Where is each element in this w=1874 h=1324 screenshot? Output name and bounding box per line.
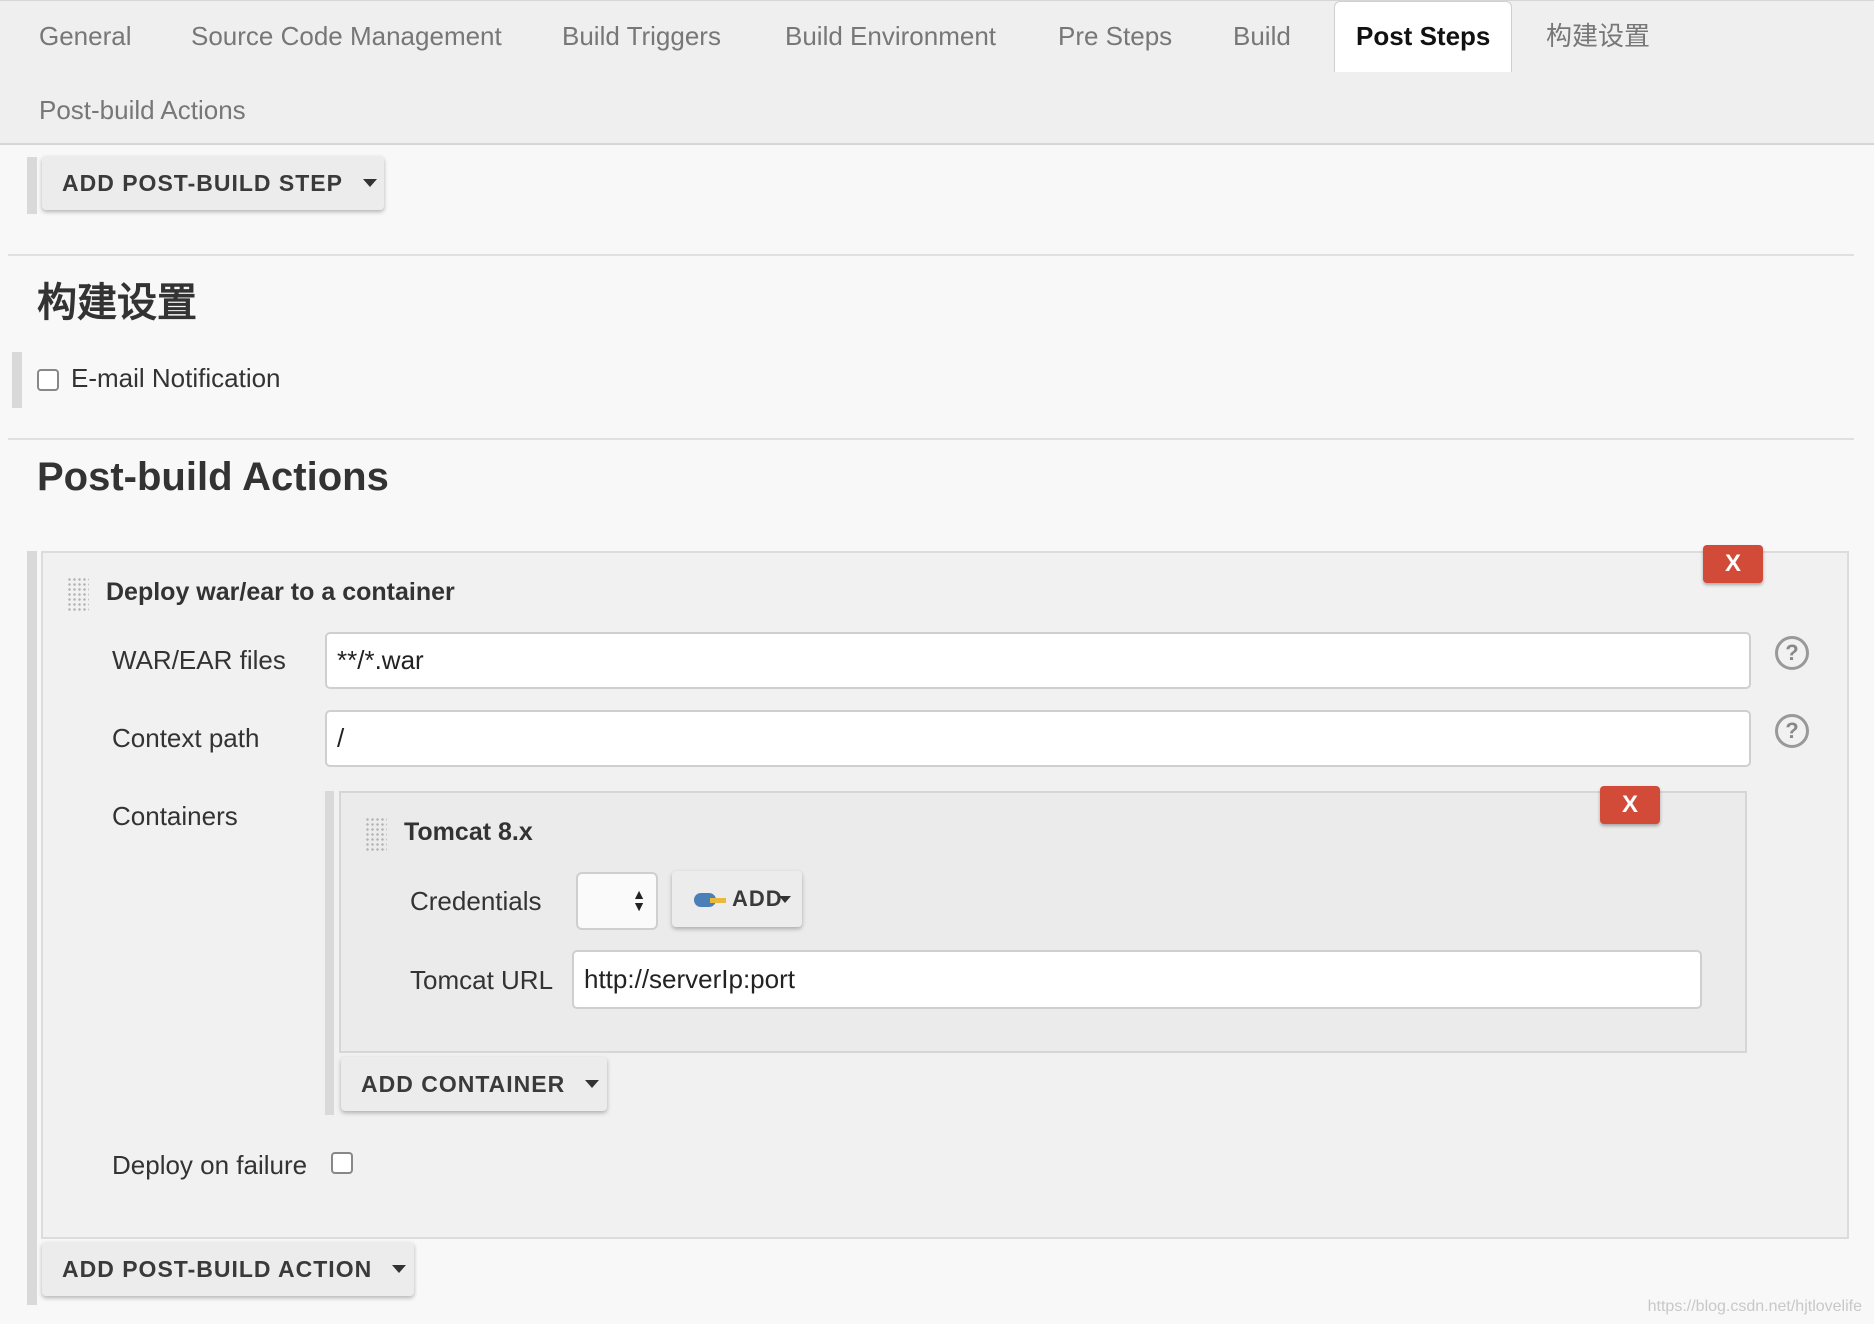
tab-build[interactable]: Build (1233, 20, 1291, 52)
tab-build-triggers[interactable]: Build Triggers (562, 20, 721, 52)
tomcat-card-title: Tomcat 8.x (404, 818, 533, 846)
tomcat-url-label: Tomcat URL (410, 965, 554, 995)
select-arrows-icon: ▲ ▼ (632, 886, 646, 914)
watermark: https://blog.csdn.net/hjtlovelife (1647, 1298, 1862, 1315)
credentials-select[interactable]: ▲ ▼ (576, 872, 658, 930)
key-icon-shaft (710, 898, 726, 903)
deploy-card-title: Deploy war/ear to a container (106, 578, 455, 606)
section-indent-bar (27, 157, 37, 214)
tomcat-container-card (339, 791, 1747, 1053)
drag-handle-icon[interactable] (67, 577, 89, 611)
context-path-input[interactable] (325, 710, 1751, 767)
help-icon[interactable]: ? (1775, 636, 1809, 670)
remove-deploy-button[interactable]: X (1703, 545, 1763, 583)
deploy-on-failure-checkbox[interactable] (331, 1152, 353, 1174)
post-build-actions-title: Post-build Actions (37, 455, 389, 499)
add-post-build-action-label: ADD POST-BUILD ACTION (62, 1255, 373, 1282)
tab-post-steps[interactable]: Post Steps (1334, 1, 1513, 72)
tab-post-build-actions[interactable]: Post-build Actions (39, 94, 246, 126)
section-indent-bar (12, 352, 22, 408)
remove-tomcat-button[interactable]: X (1600, 786, 1660, 824)
add-post-build-step-button[interactable]: ADD POST-BUILD STEP (42, 156, 384, 210)
email-notification-checkbox[interactable] (37, 369, 59, 391)
context-path-label: Context path (112, 723, 260, 753)
war-ear-files-label: WAR/EAR files (112, 645, 286, 675)
add-container-label: ADD CONTAINER (361, 1070, 566, 1097)
credentials-label: Credentials (410, 886, 542, 916)
containers-label: Containers (112, 801, 238, 831)
chevron-down-icon (362, 179, 377, 187)
drag-handle-icon[interactable] (365, 817, 387, 851)
deploy-on-failure-label: Deploy on failure (112, 1150, 308, 1180)
tab-build-environment[interactable]: Build Environment (785, 20, 996, 52)
chevron-down-icon (585, 1080, 600, 1088)
tab-source-code-management[interactable]: Source Code Management (191, 20, 502, 52)
chevron-down-icon (392, 1265, 407, 1273)
add-container-button[interactable]: ADD CONTAINER (341, 1057, 607, 1111)
section-divider (8, 254, 1854, 256)
add-credentials-label: ADD (732, 886, 783, 911)
add-post-build-step-label: ADD POST-BUILD STEP (62, 169, 343, 196)
tomcat-url-input[interactable] (572, 950, 1702, 1009)
section-divider (8, 438, 1854, 440)
containers-indent-bar (325, 791, 334, 1115)
tab-pre-steps[interactable]: Pre Steps (1058, 20, 1172, 52)
chevron-down-icon (778, 895, 791, 903)
build-settings-title: 构建设置 (37, 281, 197, 325)
tab-build-settings[interactable]: 构建设置 (1546, 20, 1650, 52)
tab-general[interactable]: General (39, 20, 132, 52)
config-tab-bar: General Source Code Management Build Tri… (0, 0, 1874, 145)
add-credentials-button[interactable]: ADD (672, 871, 802, 927)
add-post-build-action-button[interactable]: ADD POST-BUILD ACTION (42, 1242, 414, 1296)
war-ear-files-input[interactable] (325, 632, 1751, 689)
email-notification-label: E-mail Notification (71, 363, 281, 393)
help-icon[interactable]: ? (1775, 714, 1809, 748)
section-indent-bar (27, 551, 37, 1305)
